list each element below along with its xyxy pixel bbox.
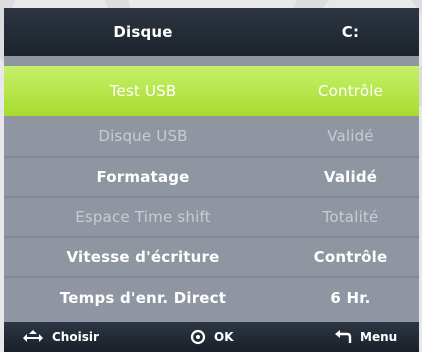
menu-item-usb-disk: Disque USB Validé (4, 116, 419, 156)
return-arrow-icon (335, 330, 352, 343)
header-disk-label: Disque (113, 23, 173, 41)
usb-disk-settings-menu: Disque C: Test USB Contrôle Disque USB V… (4, 8, 419, 352)
help-menu-label: Menu (360, 330, 398, 344)
help-ok-label: OK (214, 330, 234, 344)
help-ok: OK (190, 329, 234, 345)
menu-item-value: Validé (327, 127, 374, 145)
header-drive-letter: C: (341, 23, 360, 41)
menu-item-direct-record-time[interactable]: Temps d'enr. Direct 6 Hr. (4, 278, 419, 318)
menu-item-label: Formatage (96, 168, 190, 186)
menu-item-value: Contrôle (317, 82, 384, 100)
help-choose-label: Choisir (52, 330, 99, 344)
help-menu: Menu (334, 329, 397, 345)
menu-item-test-usb[interactable]: Test USB Contrôle (4, 66, 419, 116)
menu-item-label: Test USB (109, 82, 177, 100)
navigate-arrows-icon (23, 330, 43, 342)
menu-header: Disque C: (4, 8, 419, 56)
ok-circle-icon (190, 329, 206, 345)
menu-item-label: Temps d'enr. Direct (59, 289, 227, 307)
menu-item-value: 6 Hr. (330, 289, 371, 307)
menu-item-timeshift-space: Espace Time shift Totalité (4, 198, 419, 236)
menu-item-value: Validé (323, 168, 378, 186)
menu-item-label: Vitesse d'écriture (66, 248, 220, 266)
menu-item-format[interactable]: Formatage Validé (4, 158, 419, 196)
menu-item-value: Contrôle (313, 248, 388, 266)
menu-item-write-speed[interactable]: Vitesse d'écriture Contrôle (4, 238, 419, 276)
menu-item-value: Totalité (322, 208, 379, 226)
menu-item-label: Disque USB (98, 127, 188, 145)
help-choose: Choisir (22, 329, 99, 345)
help-bar: Choisir OK Menu (4, 322, 419, 352)
menu-item-label: Espace Time shift (75, 208, 211, 226)
